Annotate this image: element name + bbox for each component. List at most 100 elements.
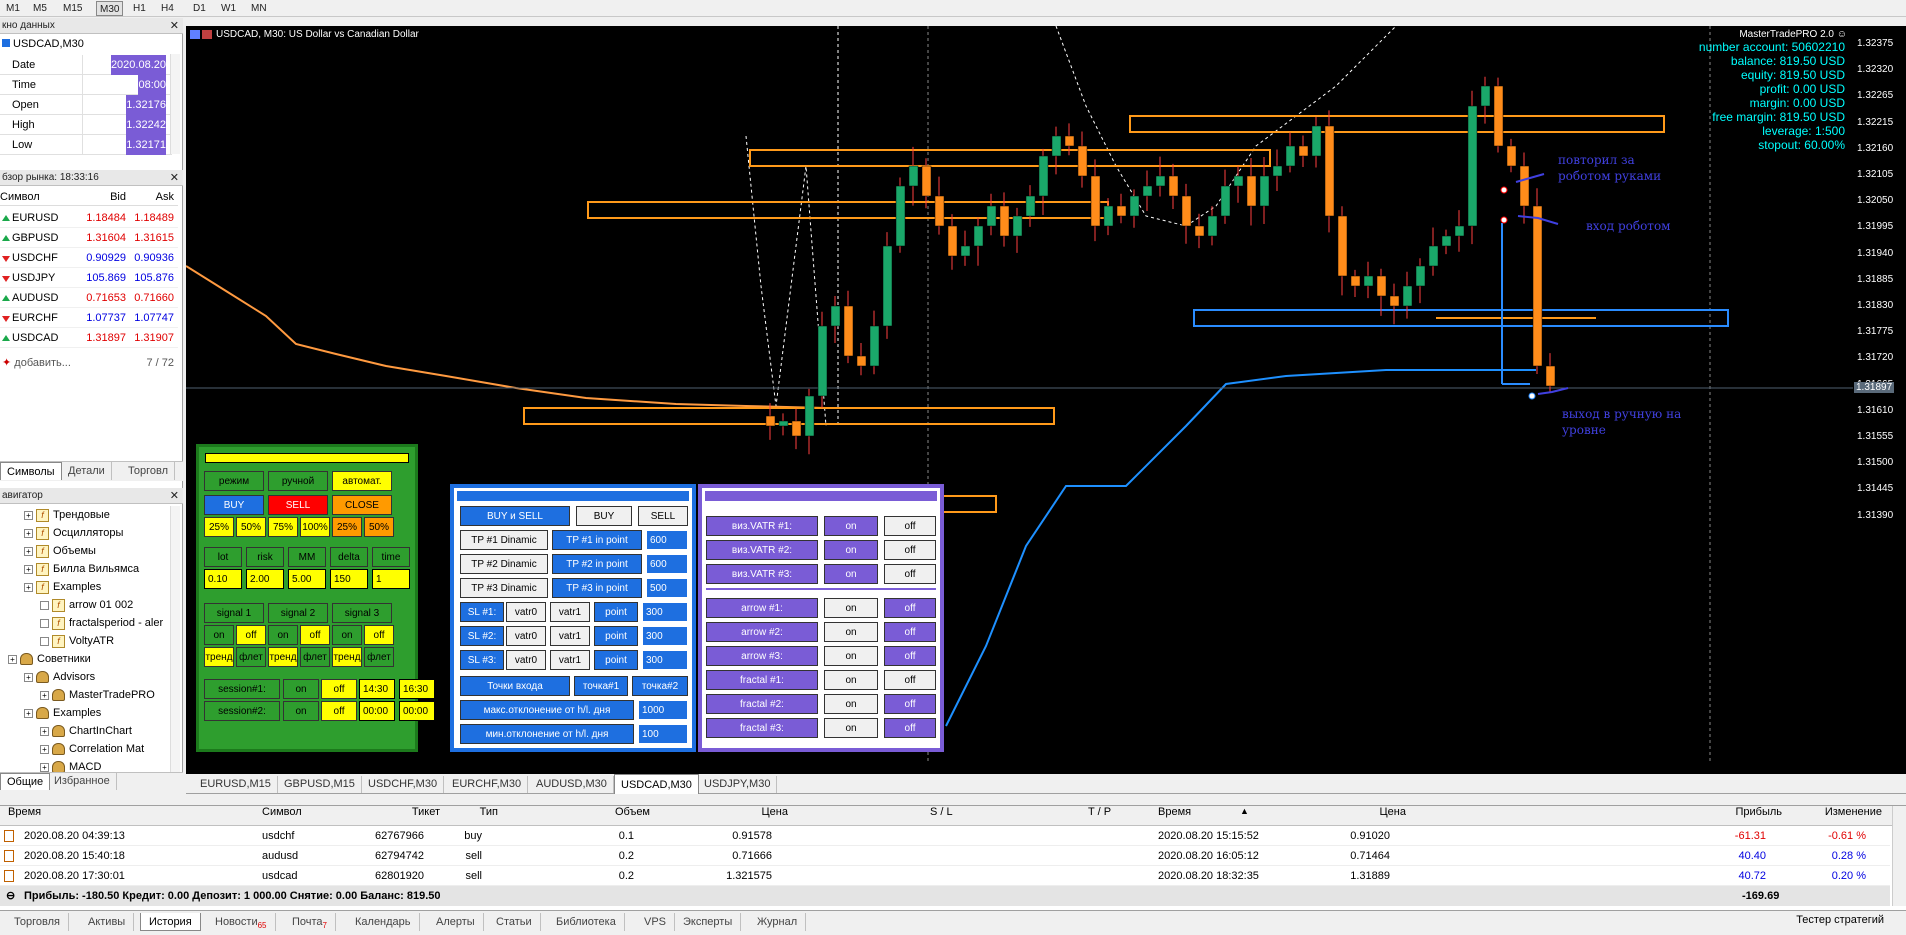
close-icon[interactable]: ✕ — [170, 18, 179, 34]
sl-vatr1-button[interactable]: vatr1 — [550, 602, 590, 622]
expand-icon[interactable] — [40, 618, 49, 628]
navigator-item[interactable]: + f Осцилляторы — [24, 524, 123, 542]
session-on[interactable]: on — [283, 679, 319, 699]
sl-value-input[interactable]: 300 — [642, 602, 688, 622]
session-00-00[interactable]: 00:00 — [359, 701, 395, 721]
col-bid[interactable]: Bid — [110, 188, 126, 206]
sl-vatr1-button[interactable]: vatr1 — [550, 650, 590, 670]
tab-торговл[interactable]: Торговл — [122, 462, 175, 480]
timeframe-h4[interactable]: H4 — [158, 1, 177, 16]
session-14-30[interactable]: 14:30 — [359, 679, 395, 699]
tab-календарь[interactable]: Календарь — [347, 913, 420, 931]
sl-value-input[interactable]: 300 — [642, 650, 688, 670]
signal-toggle-off[interactable]: off — [300, 625, 330, 645]
market-watch-row[interactable]: USDCAD 1.31897 1.31907 — [0, 328, 178, 348]
tab-активы[interactable]: Активы — [80, 913, 135, 931]
expand-icon[interactable]: + — [40, 744, 49, 754]
expand-icon[interactable]: + — [24, 708, 33, 718]
navigator-item[interactable]: + f Examples — [24, 578, 101, 596]
tp-dynamic-button[interactable]: TP #1 Dinamic — [460, 530, 548, 550]
buy-and-sell-button[interactable]: BUY и SELL — [460, 506, 570, 526]
on-toggle[interactable]: on — [824, 694, 878, 714]
tab-детали[interactable]: Детали — [62, 462, 112, 480]
navigator-item[interactable]: f arrow 01 002 — [40, 596, 133, 614]
sl-point-button[interactable]: point — [594, 650, 638, 670]
sl-vatr1-button[interactable]: vatr1 — [550, 626, 590, 646]
session-on[interactable]: on — [283, 701, 319, 721]
on-toggle[interactable]: on — [824, 564, 878, 584]
col-цена[interactable]: Цена — [762, 806, 788, 818]
chart-tab-eurusd-m15[interactable]: EURUSD,M15 — [194, 776, 278, 793]
on-toggle[interactable]: on — [824, 622, 878, 642]
col-объем[interactable]: Объем — [615, 806, 650, 818]
trade-buy[interactable]: BUY — [204, 495, 264, 515]
off-toggle[interactable]: off — [884, 598, 936, 618]
off-toggle[interactable]: off — [884, 646, 936, 666]
tab-эксперты[interactable]: Эксперты — [675, 913, 742, 931]
col-цена[interactable]: Цена — [1380, 806, 1406, 818]
param-input-150[interactable]: 150 — [330, 569, 368, 589]
tp-dynamic-button[interactable]: TP #2 Dinamic — [460, 554, 548, 574]
tab-общие[interactable]: Общие — [0, 773, 51, 790]
market-watch-row[interactable]: USDCHF 0.90929 0.90936 — [0, 248, 178, 268]
lot-percent-50[interactable]: 50% — [364, 517, 394, 537]
tab-vps[interactable]: VPS — [636, 913, 676, 931]
mode-ручной[interactable]: ручной — [268, 471, 328, 491]
signal-mode-флет[interactable]: флет — [236, 647, 266, 667]
sell-button[interactable]: SELL — [638, 506, 688, 526]
session-off[interactable]: off — [321, 701, 357, 721]
col-время[interactable]: Время — [8, 806, 41, 818]
session-16-30[interactable]: 16:30 — [399, 679, 435, 699]
navigator-scrollbar[interactable] — [170, 506, 180, 778]
param-input-0-10[interactable]: 0.10 — [204, 569, 242, 589]
market-watch-row[interactable]: GBPUSD 1.31604 1.31615 — [0, 228, 178, 248]
market-watch-row[interactable]: EURUSD 1.18484 1.18489 — [0, 208, 178, 228]
col-символ[interactable]: Символ — [262, 806, 302, 818]
on-toggle[interactable]: on — [824, 598, 878, 618]
lot-percent-75[interactable]: 75% — [268, 517, 298, 537]
col-прибыль[interactable]: Прибыль — [1735, 806, 1782, 818]
navigator-item[interactable]: + MasterTradePRO — [40, 686, 155, 704]
off-toggle[interactable]: off — [884, 694, 936, 714]
col-ask[interactable]: Ask — [156, 188, 174, 206]
signal-mode-тренд[interactable]: тренд — [204, 647, 234, 667]
signal-toggle-on[interactable]: on — [332, 625, 362, 645]
sort-asc-icon[interactable]: ▲ — [1240, 806, 1249, 816]
timeframe-d1[interactable]: D1 — [190, 1, 209, 16]
chart-tab-usdchf-m30[interactable]: USDCHF,M30 — [362, 776, 445, 793]
market-watch-row[interactable]: EURCHF 1.07737 1.07747 — [0, 308, 178, 328]
history-row[interactable]: 2020.08.20 15:40:18 audusd 62794742 sell 0.2… — [0, 846, 1890, 866]
strategy-tester-tab[interactable]: Тестер стратегий — [1796, 914, 1884, 926]
tab-символы[interactable]: Символы — [0, 462, 62, 480]
signal-mode-тренд[interactable]: тренд — [332, 647, 362, 667]
sl-point-button[interactable]: point — [594, 602, 638, 622]
expand-icon[interactable]: + — [24, 582, 33, 592]
close-icon[interactable]: ✕ — [170, 488, 179, 504]
chart-tab-audusd-m30[interactable]: AUDUSD,M30 — [530, 776, 614, 793]
lot-percent-50[interactable]: 50% — [236, 517, 266, 537]
expand-icon[interactable]: + — [24, 510, 33, 520]
expand-icon[interactable]: + — [40, 690, 49, 700]
history-row[interactable]: 2020.08.20 17:30:01 usdcad 62801920 sell 0.2… — [0, 866, 1890, 886]
data-window-scrollbar[interactable] — [170, 54, 180, 154]
chart-tab-gbpusd-m15[interactable]: GBPUSD,M15 — [278, 776, 362, 793]
on-toggle[interactable]: on — [824, 540, 878, 560]
on-toggle[interactable]: on — [824, 516, 878, 536]
expand-icon[interactable] — [40, 600, 49, 610]
navigator-item[interactable]: + Examples — [24, 704, 101, 722]
navigator-item[interactable]: + ChartInChart — [40, 722, 132, 740]
on-toggle[interactable]: on — [824, 646, 878, 666]
tp-point-button[interactable]: TP #2 in point — [552, 554, 642, 574]
navigator-item[interactable]: + Advisors — [24, 668, 95, 686]
tab-избранное[interactable]: Избранное — [48, 773, 117, 790]
buy-button[interactable]: BUY — [576, 506, 632, 526]
add-symbol-row[interactable]: ✦ добавить... 7 / 72 — [0, 354, 178, 372]
entry-point-1-button[interactable]: точка#1 — [574, 676, 628, 696]
chart-tab-usdcad-m30[interactable]: USDCAD,M30 — [614, 774, 699, 794]
tp-point-button[interactable]: TP #1 in point — [552, 530, 642, 550]
col-изменение[interactable]: Изменение — [1825, 806, 1882, 818]
lot-percent-25[interactable]: 25% — [204, 517, 234, 537]
navigator-item[interactable]: + f Трендовые — [24, 506, 110, 524]
session-off[interactable]: off — [321, 679, 357, 699]
col-s-l[interactable]: S / L — [930, 806, 953, 818]
